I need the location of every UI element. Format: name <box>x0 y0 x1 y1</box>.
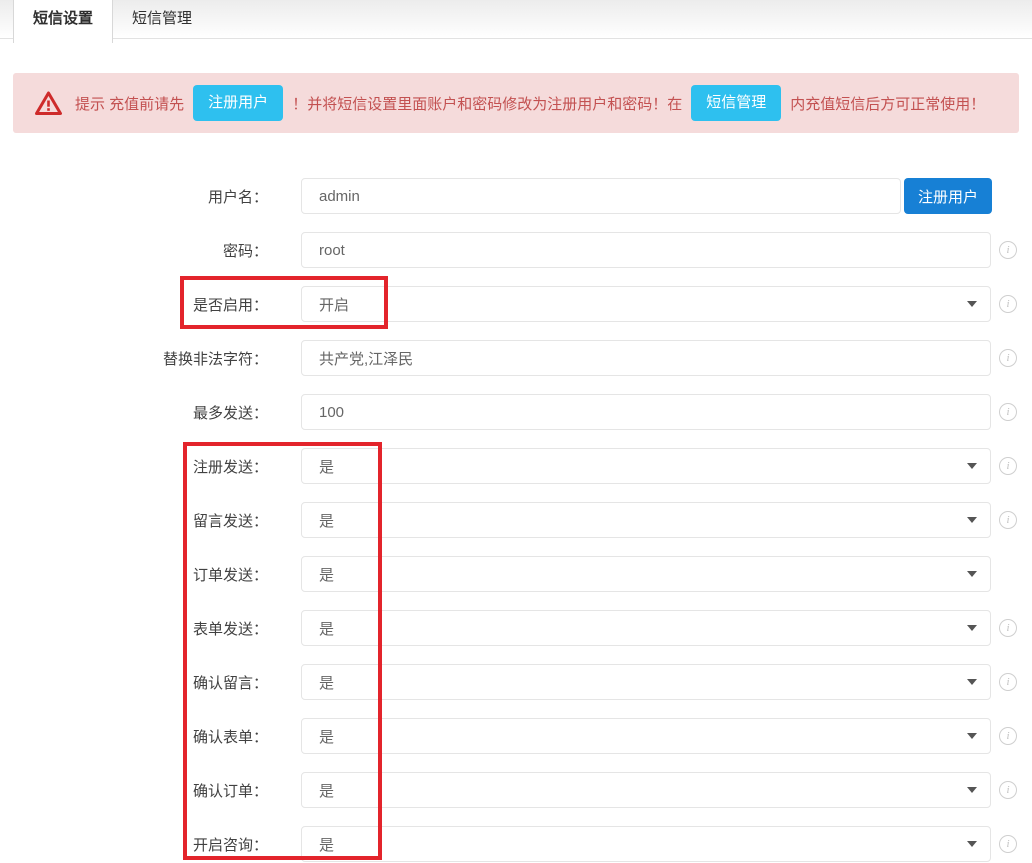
register-user-banner-button[interactable]: 注册用户 <box>193 85 283 121</box>
form-row: 确认表单： 是 i <box>0 718 1032 754</box>
chevron-down-icon <box>967 571 977 577</box>
chevron-down-icon <box>967 679 977 685</box>
select-value: 是 <box>319 618 334 639</box>
field-label: 确认订单： <box>0 780 268 801</box>
select-input[interactable]: 是 <box>301 448 991 484</box>
select-value: 是 <box>319 456 334 477</box>
field-wrap: 是 i <box>301 502 1017 538</box>
form-row: 密码： i <box>0 232 1032 268</box>
select-input[interactable]: 是 <box>301 772 991 808</box>
field-label: 最多发送： <box>0 402 268 423</box>
field-wrap: 是 i <box>301 664 1017 700</box>
select-value: 是 <box>319 510 334 531</box>
info-icon: i <box>999 457 1017 475</box>
field-label: 订单发送： <box>0 564 268 585</box>
text-input[interactable] <box>301 340 991 376</box>
chevron-down-icon <box>967 463 977 469</box>
form-row: 确认订单： 是 i <box>0 772 1032 808</box>
select-input[interactable]: 是 <box>301 718 991 754</box>
form-row: 用户名： 注册用户 <box>0 178 1032 214</box>
form-row: 留言发送： 是 i <box>0 502 1032 538</box>
select-input[interactable]: 是 <box>301 610 991 646</box>
alert-text-prefix: 提示 充值前请先 <box>75 93 184 114</box>
field-label: 确认留言： <box>0 672 268 693</box>
select-value: 是 <box>319 834 334 855</box>
text-input[interactable] <box>301 232 991 268</box>
field-wrap: i <box>301 394 1017 430</box>
info-icon: i <box>999 673 1017 691</box>
form-row: 确认留言： 是 i <box>0 664 1032 700</box>
select-input[interactable]: 开启 <box>301 286 991 322</box>
chevron-down-icon <box>967 841 977 847</box>
field-label: 密码： <box>0 240 268 261</box>
chevron-down-icon <box>967 301 977 307</box>
info-icon: i <box>999 241 1017 259</box>
field-wrap: 是 i <box>301 610 1017 646</box>
field-wrap: 是 i <box>301 772 1017 808</box>
form-row: 注册发送： 是 i <box>0 448 1032 484</box>
chevron-down-icon <box>967 733 977 739</box>
chevron-down-icon <box>967 787 977 793</box>
form-row: 订单发送： 是 <box>0 556 1032 592</box>
info-icon: i <box>999 835 1017 853</box>
info-icon: i <box>999 619 1017 637</box>
select-input[interactable]: 是 <box>301 502 991 538</box>
select-value: 是 <box>319 672 334 693</box>
alert-banner: 提示 充值前请先 注册用户 ！并将短信设置里面账户和密码修改为注册用户和密码！在… <box>13 73 1019 133</box>
field-label: 用户名： <box>0 186 268 207</box>
select-value: 是 <box>319 564 334 585</box>
select-value: 是 <box>319 780 334 801</box>
field-wrap: 是 i <box>301 448 1017 484</box>
alert-text-middle: ！并将短信设置里面账户和密码修改为注册用户和密码！在 <box>292 93 682 114</box>
info-icon: i <box>999 781 1017 799</box>
field-label: 开启咨询： <box>0 834 268 855</box>
chevron-down-icon <box>967 517 977 523</box>
field-label: 注册发送： <box>0 456 268 477</box>
form-row: 替换非法字符： i <box>0 340 1032 376</box>
sms-management-banner-button[interactable]: 短信管理 <box>691 85 781 121</box>
field-wrap: i <box>301 232 1017 268</box>
field-wrap: 是 <box>301 556 991 592</box>
field-wrap: 是 i <box>301 718 1017 754</box>
form-row: 开启咨询： 是 i <box>0 826 1032 862</box>
sms-settings-form: 用户名： 注册用户 密码： i 是否启用： 开启 i 替换非法字 <box>0 178 1032 862</box>
info-icon: i <box>999 295 1017 313</box>
select-input[interactable]: 是 <box>301 664 991 700</box>
text-input[interactable] <box>301 178 901 214</box>
text-input[interactable] <box>301 394 991 430</box>
info-icon: i <box>999 349 1017 367</box>
field-wrap: i <box>301 340 1017 376</box>
select-input[interactable]: 是 <box>301 826 991 862</box>
alert-text-suffix: 内充值短信后方可正常使用！ <box>790 93 985 114</box>
select-value: 是 <box>319 726 334 747</box>
info-icon: i <box>999 727 1017 745</box>
tab-sms-management[interactable]: 短信管理 <box>113 0 211 38</box>
field-label: 是否启用： <box>0 294 268 315</box>
field-label: 确认表单： <box>0 726 268 747</box>
info-icon: i <box>999 403 1017 421</box>
form-row: 是否启用： 开启 i <box>0 286 1032 322</box>
tab-sms-settings[interactable]: 短信设置 <box>13 0 113 43</box>
chevron-down-icon <box>967 625 977 631</box>
form-row: 最多发送： i <box>0 394 1032 430</box>
tab-bar: 短信设置 短信管理 <box>0 0 1032 39</box>
info-icon: i <box>999 511 1017 529</box>
select-input[interactable]: 是 <box>301 556 991 592</box>
register-user-button[interactable]: 注册用户 <box>904 178 992 214</box>
field-wrap: 注册用户 <box>301 178 992 214</box>
warning-triangle-icon <box>35 91 62 116</box>
field-label: 留言发送： <box>0 510 268 531</box>
select-value: 开启 <box>319 294 349 315</box>
field-wrap: 开启 i <box>301 286 1017 322</box>
field-wrap: 是 i <box>301 826 1017 862</box>
field-label: 表单发送： <box>0 618 268 639</box>
field-label: 替换非法字符： <box>0 348 268 369</box>
form-row: 表单发送： 是 i <box>0 610 1032 646</box>
